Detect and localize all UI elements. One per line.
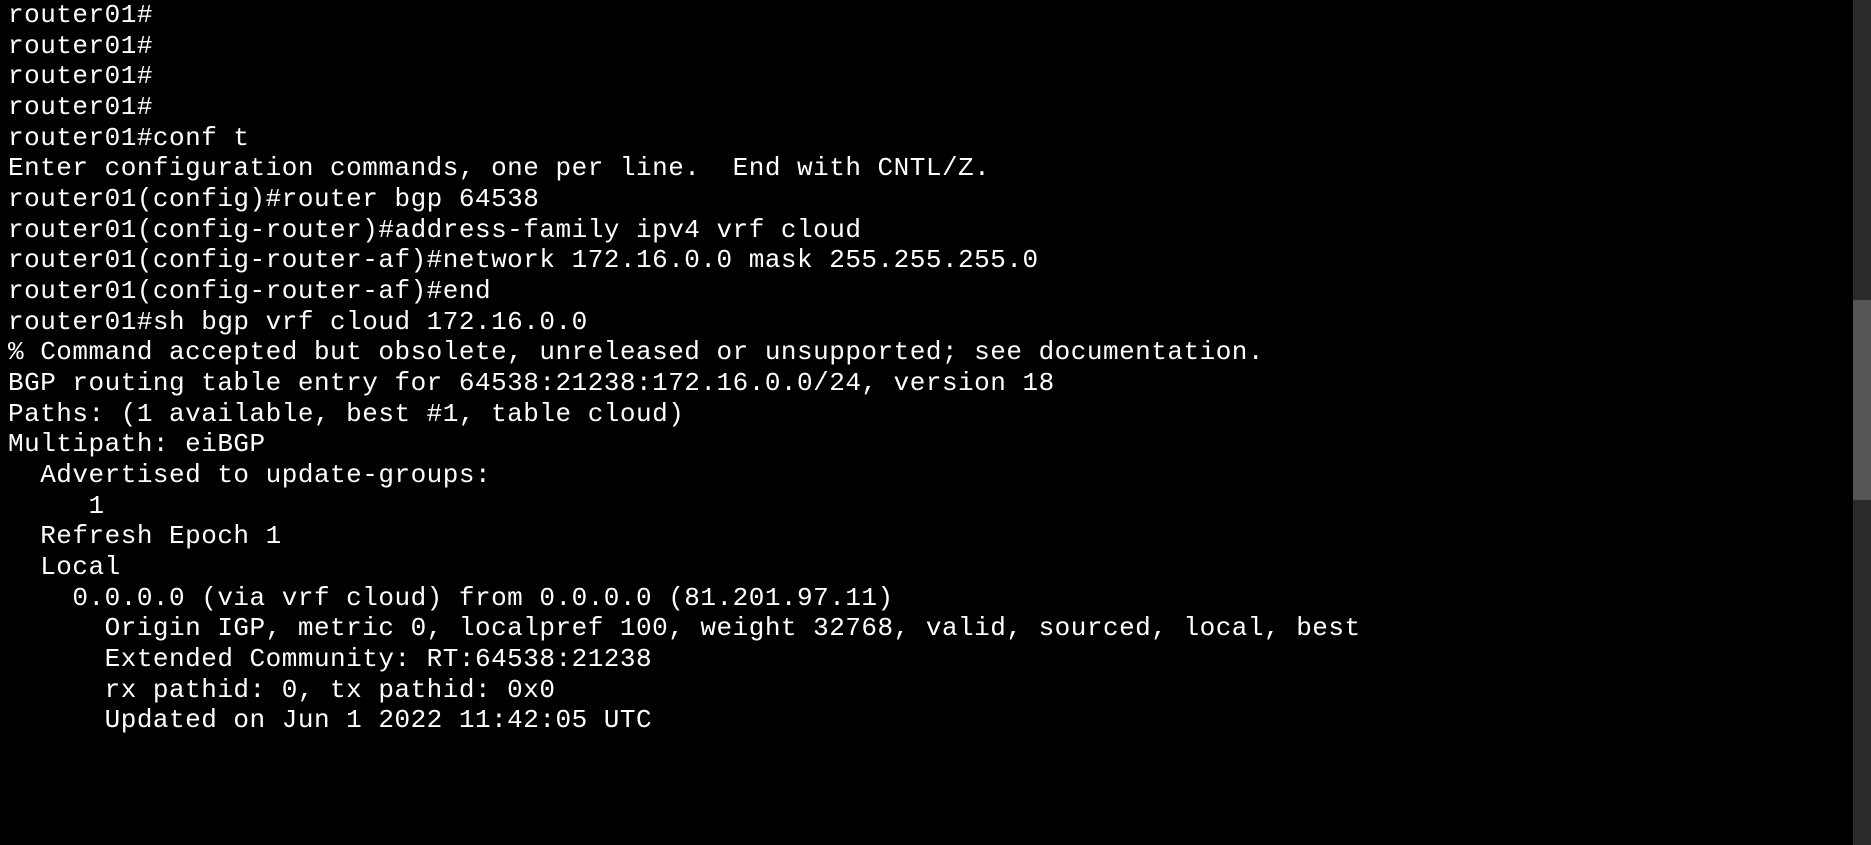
terminal-line: 1 — [8, 491, 1863, 522]
terminal-line: Multipath: eiBGP — [8, 429, 1863, 460]
terminal-line: Enter configuration commands, one per li… — [8, 153, 1863, 184]
terminal-line: router01(config-router)#address-family i… — [8, 215, 1863, 246]
terminal-line: Origin IGP, metric 0, localpref 100, wei… — [8, 613, 1863, 644]
terminal-line: router01# — [8, 61, 1863, 92]
terminal-line: router01# — [8, 0, 1863, 31]
scrollbar[interactable] — [1853, 0, 1871, 845]
terminal-line: % Command accepted but obsolete, unrelea… — [8, 337, 1863, 368]
terminal-line: Paths: (1 available, best #1, table clou… — [8, 399, 1863, 430]
scrollbar-thumb[interactable] — [1853, 300, 1871, 500]
terminal-line: Updated on Jun 1 2022 11:42:05 UTC — [8, 705, 1863, 736]
terminal-line: router01(config-router-af)#network 172.1… — [8, 245, 1863, 276]
terminal-line: router01(config-router-af)#end — [8, 276, 1863, 307]
terminal-line: Refresh Epoch 1 — [8, 521, 1863, 552]
terminal-line: router01# — [8, 31, 1863, 62]
terminal-line: Local — [8, 552, 1863, 583]
terminal-line: router01#sh bgp vrf cloud 172.16.0.0 — [8, 307, 1863, 338]
terminal-line: router01(config)#router bgp 64538 — [8, 184, 1863, 215]
terminal-line: Extended Community: RT:64538:21238 — [8, 644, 1863, 675]
terminal-line: rx pathid: 0, tx pathid: 0x0 — [8, 675, 1863, 706]
terminal-line: router01#conf t — [8, 123, 1863, 154]
terminal-line: Advertised to update-groups: — [8, 460, 1863, 491]
terminal-output[interactable]: router01# router01# router01# router01# … — [8, 0, 1863, 736]
terminal-line: 0.0.0.0 (via vrf cloud) from 0.0.0.0 (81… — [8, 583, 1863, 614]
terminal-line: BGP routing table entry for 64538:21238:… — [8, 368, 1863, 399]
terminal-line: router01# — [8, 92, 1863, 123]
